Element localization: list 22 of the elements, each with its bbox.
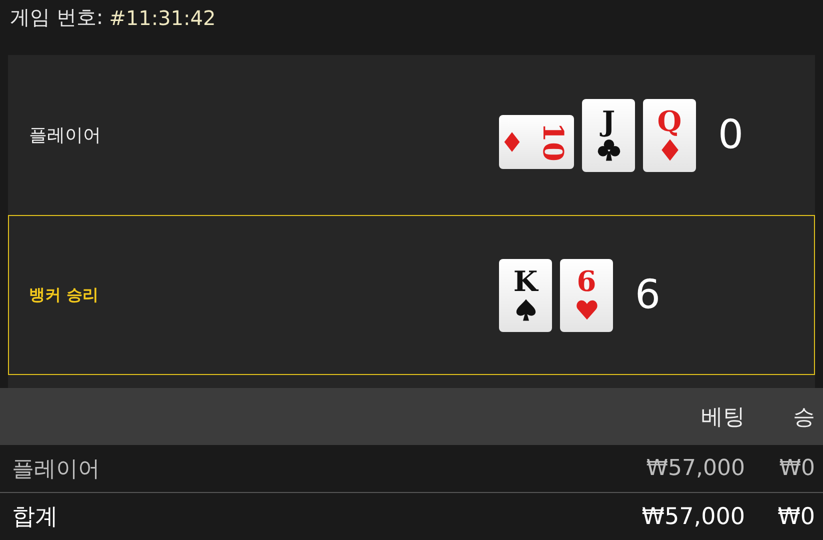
playing-card: K — [499, 258, 552, 332]
row-label: 합계 — [12, 503, 59, 532]
playing-card: J — [582, 98, 635, 172]
playing-card: 6 — [560, 258, 613, 332]
bet-amount: ₩57,000 — [645, 456, 745, 481]
column-header: 승 — [792, 404, 815, 432]
win-amount: ₩0 — [776, 504, 815, 530]
club-icon — [596, 138, 620, 162]
game-number-label: 게임 번호: — [10, 4, 104, 31]
hand-label: 뱅커 승리 — [29, 284, 100, 306]
playing-card: Q — [643, 98, 696, 172]
game-number: #11:31:42 — [109, 6, 216, 30]
win-amount: ₩0 — [778, 456, 815, 481]
heart-icon — [574, 298, 598, 322]
column-header: 베팅 — [700, 404, 745, 432]
spade-icon — [514, 298, 538, 322]
hand-label: 플레이어 — [29, 124, 102, 147]
hand-score: 6 — [635, 272, 660, 318]
bet-amount: ₩57,000 — [640, 504, 745, 530]
row-label: 플레이어 — [12, 456, 101, 484]
playing-card: 10 — [499, 115, 574, 169]
hand-score: 0 — [718, 112, 744, 158]
